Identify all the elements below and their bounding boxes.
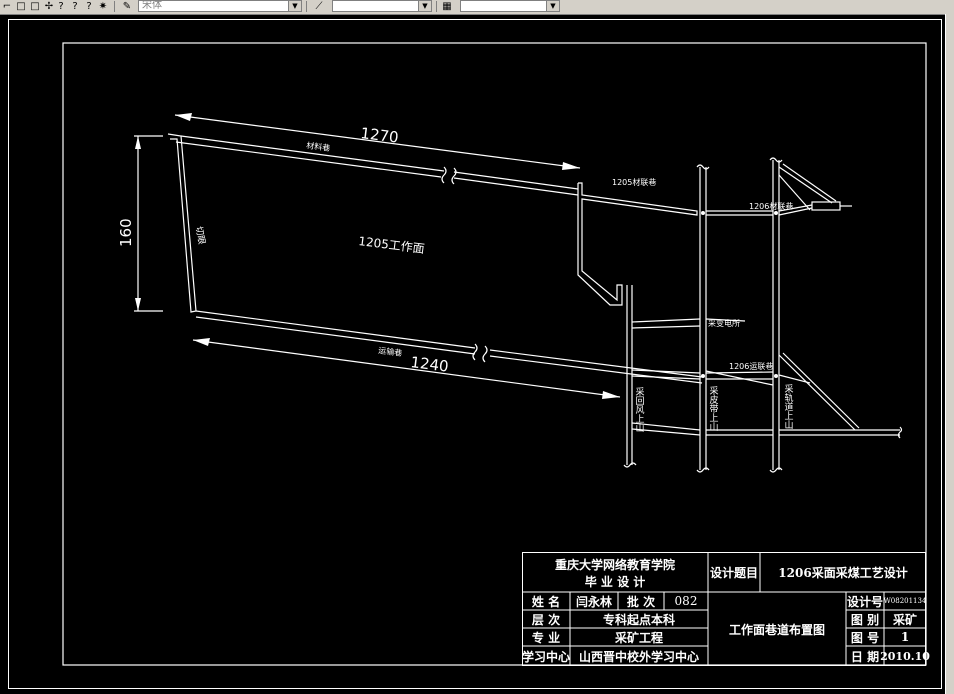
return-airway-label: 采回风上山 <box>633 386 644 432</box>
name-label: 姓 名 <box>531 594 561 609</box>
drawing-canvas[interactable]: 1270 160 1240 1205工作面 切眼 材料巷 运输巷 1205材联巷… <box>0 15 946 694</box>
design-no-value: W08201134 <box>883 597 927 605</box>
polyline-icon[interactable]: ⌐ <box>0 0 14 12</box>
course-name: 毕 业 设 计 <box>584 574 646 589</box>
batch-value: 082 <box>674 594 698 608</box>
working-face-outline <box>167 133 703 384</box>
panel-label: 1205工作面 <box>358 234 426 256</box>
link-1205-label: 1205材联巷 <box>612 177 656 187</box>
level-value: 专科起点本科 <box>602 612 675 627</box>
dim-bottom-text: 1240 <box>410 353 450 376</box>
rectangle-icon[interactable]: □ <box>28 0 42 12</box>
vertical-scrollbar[interactable] <box>945 14 954 694</box>
separator <box>306 1 307 12</box>
rectangle-icon[interactable]: □ <box>14 0 28 12</box>
table-style-icon[interactable]: ▦ <box>440 0 454 12</box>
chevron-down-icon[interactable]: ▼ <box>418 1 431 11</box>
student-name: 闫永林 <box>575 594 612 609</box>
font-combo-value: 宋体 <box>142 0 162 11</box>
chevron-down-icon[interactable]: ▼ <box>288 1 301 11</box>
link-1206-label: 1206材联巷 <box>749 201 793 211</box>
belt-airway-label: 采皮带上山 <box>707 385 718 431</box>
toolbar: ⌐ □ □ ✢ ? ? ? ✷ ✎ 宋体 ▼ ⟋ ▼ ▦ ▼ <box>0 0 954 15</box>
magic-icon[interactable]: ✷ <box>96 0 110 12</box>
category-label: 图 别 <box>850 612 880 627</box>
material-link-1205 <box>577 182 698 306</box>
dim-left-text: 160 <box>117 218 135 247</box>
date-label: 日 期 <box>850 649 880 664</box>
separator <box>114 1 115 12</box>
material-lane-label: 材料巷 <box>306 140 331 153</box>
category-value: 采矿 <box>892 612 917 627</box>
text-style-icon[interactable]: ✎ <box>120 0 134 12</box>
substation-label: 采变电所 <box>708 318 740 328</box>
major-label: 专 业 <box>531 630 561 645</box>
dimension-style-icon[interactable]: ⟋ <box>312 0 326 12</box>
dimension-style-combo[interactable]: ▼ <box>332 0 432 12</box>
batch-label: 批 次 <box>626 594 656 609</box>
major-value: 采矿工程 <box>614 630 663 645</box>
table-style-combo[interactable]: ▼ <box>460 0 560 12</box>
sheet-label: 图 号 <box>850 630 880 645</box>
cut-label: 切眼 <box>193 226 207 246</box>
rail-airway-label: 采轨道上山 <box>782 383 793 429</box>
separator <box>436 1 437 12</box>
path-icon[interactable]: ? <box>54 0 68 12</box>
design-no-label: 设计号 <box>846 594 883 609</box>
design-topic-label: 设计题目 <box>709 565 758 580</box>
center-value: 山西晋中校外学习中心 <box>578 649 699 664</box>
sheet-value: 1 <box>900 630 910 644</box>
dimension-arrows <box>135 113 778 399</box>
chevron-down-icon[interactable]: ▼ <box>546 1 559 11</box>
transport-lane-label: 运输巷 <box>378 345 403 358</box>
level-label: 层 次 <box>531 612 561 627</box>
design-topic: 1206采面采煤工艺设计 <box>778 565 908 580</box>
date-value: 2010.10 <box>880 649 930 663</box>
center-label: 学习中心 <box>522 649 571 664</box>
transport-link-1206-label: 1206运联巷 <box>729 362 773 371</box>
hook-icon[interactable]: ? <box>68 0 82 12</box>
dim-top-text: 1270 <box>360 124 400 147</box>
drawing-title: 工作面巷道布置图 <box>728 622 825 637</box>
list-icon[interactable]: ? <box>82 0 96 12</box>
font-combo[interactable]: 宋体 ▼ <box>138 0 302 12</box>
school-name: 重庆大学网络教育学院 <box>554 557 675 572</box>
